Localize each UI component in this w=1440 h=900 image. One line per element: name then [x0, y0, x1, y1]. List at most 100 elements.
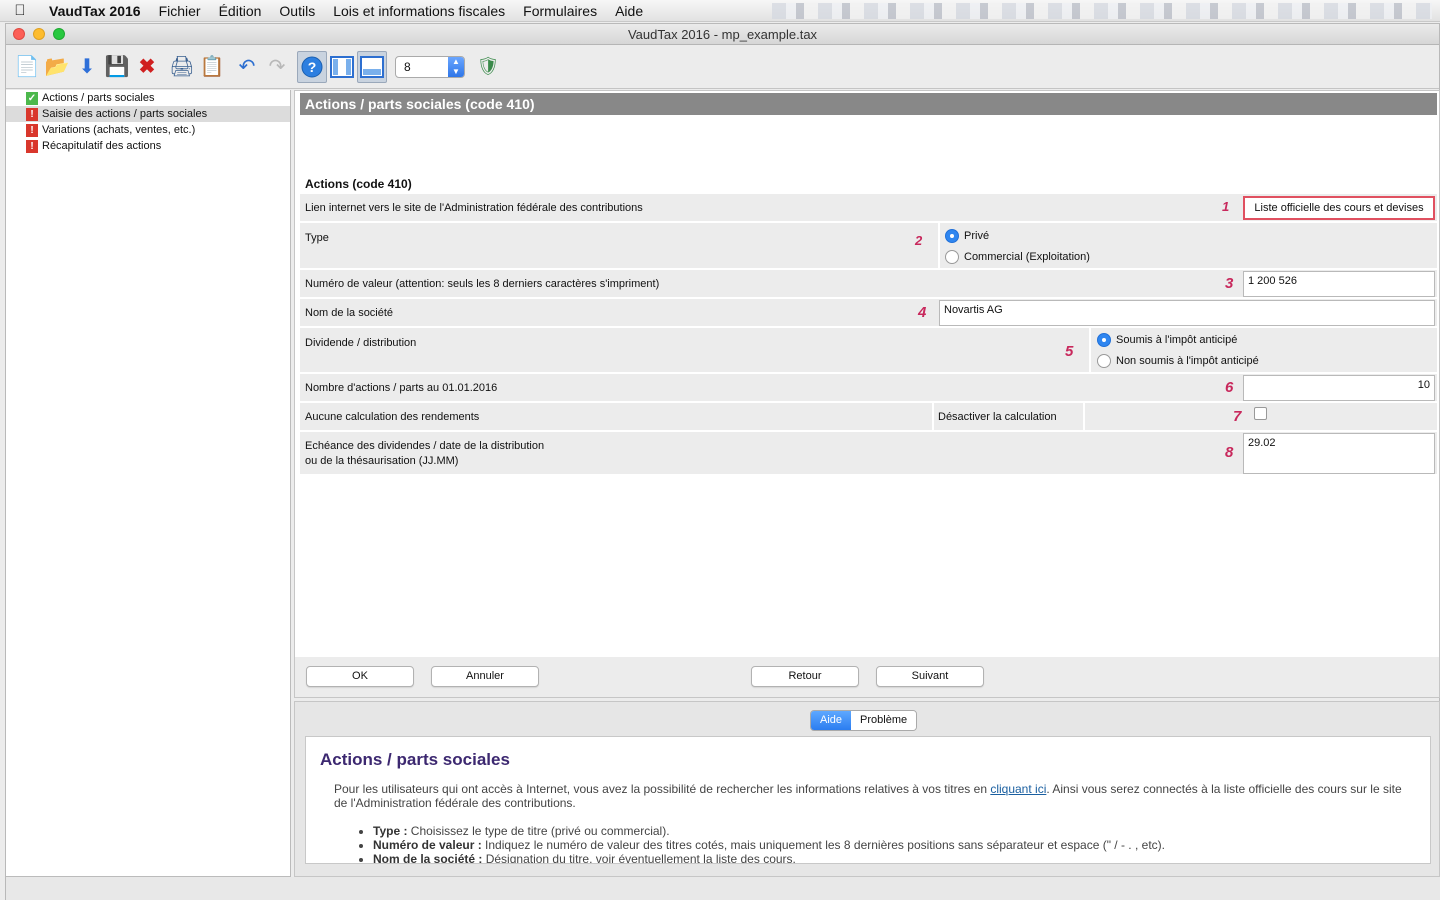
valeur-input[interactable]: 1 200 526 [1243, 271, 1435, 297]
disable-calculation-checkbox[interactable] [1254, 407, 1267, 420]
navigation-tree: ✓ Actions / parts sociales ! Saisie des … [6, 90, 291, 877]
error-status-icon: ! [26, 123, 38, 137]
bullet-text: Indiquez le numéro de valeur des titres … [481, 838, 1165, 852]
echeance-label: Echéance des dividendes / date de la dis… [305, 439, 544, 469]
official-rates-link-button[interactable]: Liste officielle des cours et devises [1243, 196, 1435, 220]
split-view-icon[interactable] [327, 51, 357, 83]
undo-icon[interactable]: ↶ [232, 51, 262, 83]
field-number-1: 1 [1222, 199, 1230, 214]
calcul-label2: Désactiver la calculation [938, 411, 1057, 423]
field-number-5: 5 [1065, 343, 1074, 360]
menu-aide[interactable]: Aide [606, 3, 652, 19]
field-number-4: 4 [918, 304, 927, 321]
window-minimize-button[interactable] [33, 28, 45, 40]
tree-item-label: Variations (achats, ventes, etc.) [42, 124, 196, 136]
save-icon[interactable]: 💾 [102, 51, 132, 83]
help-bullet-list: Type : Choisissez le type de titre (priv… [320, 824, 1416, 864]
bullet-term: Nom de la société : [373, 852, 483, 864]
nombre-input[interactable]: 10 [1243, 375, 1435, 401]
radio-selected-icon [1097, 333, 1111, 347]
tree-item-label: Saisie des actions / parts sociales [42, 108, 208, 120]
radio-unselected-icon [945, 250, 959, 264]
radio-prive[interactable]: Privé [945, 229, 989, 243]
bullet-text: Désignation du titre, voir éventuellemen… [482, 852, 796, 864]
page-number-select[interactable]: 8 ▲ ▼ [395, 55, 465, 78]
tab-probleme[interactable]: Problème [851, 711, 917, 730]
error-status-icon: ! [26, 139, 38, 153]
field-number-7: 7 [1233, 408, 1242, 425]
app-window: VaudTax 2016 - mp_example.tax 📄 📂 ⬇ 💾 ✖ … [5, 23, 1440, 900]
societe-input[interactable]: Novartis AG [939, 300, 1435, 326]
apple-menu-icon[interactable]:  [0, 2, 40, 19]
help-paragraph: Pour les utilisateurs qui ont accès à In… [320, 782, 1416, 810]
ok-button[interactable]: OK [306, 666, 414, 687]
societe-label: Nom de la société [305, 307, 394, 319]
svg-text:?: ? [308, 59, 317, 75]
bottom-panel-view-icon[interactable] [357, 50, 387, 83]
menu-edition[interactable]: Édition [210, 3, 271, 19]
tree-item-recapitulatif[interactable]: ! Récapitulatif des actions [6, 138, 290, 154]
help-link[interactable]: cliquant ici [990, 782, 1046, 796]
bullet-term: Numéro de valeur : [373, 838, 482, 852]
radio-label: Commercial (Exploitation) [964, 251, 1090, 263]
menu-formulaires[interactable]: Formulaires [514, 3, 606, 19]
delete-icon[interactable]: ✖ [132, 51, 162, 83]
toolbar: 📄 📂 ⬇ 💾 ✖ 🖨 📋 ↶ ↷ ? 8 ▲ ▼ 🛡 [6, 45, 1439, 89]
window-zoom-button[interactable] [53, 28, 65, 40]
radio-non-soumis[interactable]: Non soumis à l'impôt anticipé [1097, 354, 1259, 368]
redo-icon[interactable]: ↷ [262, 51, 292, 83]
menu-app-name[interactable]: VaudTax 2016 [40, 3, 150, 19]
import-arrow-icon[interactable]: ⬇ [72, 51, 102, 83]
echeance-label-line1: Echéance des dividendes / date de la dis… [305, 440, 545, 452]
open-folder-icon[interactable]: 📂 [42, 51, 72, 83]
page-number-value: 8 [404, 59, 411, 74]
tree-item-variations[interactable]: ! Variations (achats, ventes, etc.) [6, 122, 290, 138]
tree-item-label: Actions / parts sociales [42, 92, 155, 104]
radio-label: Privé [964, 230, 990, 242]
row-type: Type 2 Privé Commercial (Exploitation) [300, 223, 1437, 270]
select-stepper-icon: ▲ ▼ [448, 56, 464, 77]
next-button[interactable]: Suivant [876, 666, 984, 687]
document-preview-icon[interactable]: 📋 [197, 51, 227, 83]
help-text-before-link: Pour les utilisateurs qui ont accès à In… [334, 782, 991, 796]
back-button[interactable]: Retour [751, 666, 859, 687]
error-status-icon: ! [26, 107, 38, 121]
tree-item-actions-parts[interactable]: ✓ Actions / parts sociales [6, 90, 290, 106]
tree-item-saisie[interactable]: ! Saisie des actions / parts sociales [6, 106, 290, 122]
menu-lois[interactable]: Lois et informations fiscales [324, 3, 514, 19]
menu-fichier[interactable]: Fichier [150, 3, 210, 19]
field-number-3: 3 [1225, 275, 1234, 292]
echeance-input[interactable]: 29.02 [1243, 433, 1435, 474]
bullet-term: Type : [373, 824, 408, 838]
window-close-button[interactable] [13, 28, 25, 40]
vaud-shield-icon[interactable]: 🛡 [477, 55, 500, 79]
radio-commercial[interactable]: Commercial (Exploitation) [945, 250, 1090, 264]
bullet-text: Choisissez le type de titre (privé ou co… [407, 824, 670, 838]
section-header: Actions / parts sociales (code 410) [300, 93, 1437, 115]
status-bar [6, 877, 1440, 900]
status-icons-pixelated [772, 3, 1432, 19]
type-label: Type [305, 232, 329, 244]
radio-label: Non soumis à l'impôt anticipé [1116, 355, 1259, 367]
calcul-label: Aucune calculation des rendements [305, 411, 480, 423]
cancel-button[interactable]: Annuler [431, 666, 539, 687]
field-number-6: 6 [1225, 379, 1234, 396]
help-content: Actions / parts sociales Pour les utilis… [305, 736, 1431, 864]
tree-item-label: Récapitulatif des actions [42, 140, 162, 152]
new-document-icon[interactable]: 📄 [12, 51, 42, 83]
tab-aide[interactable]: Aide [811, 711, 852, 730]
help-icon[interactable]: ? [297, 50, 327, 83]
radio-soumis[interactable]: Soumis à l'impôt anticipé [1097, 333, 1237, 347]
link-label: Lien internet vers le site de l'Administ… [305, 202, 643, 214]
menu-outils[interactable]: Outils [270, 3, 324, 19]
help-title: Actions / parts sociales [320, 750, 510, 769]
dividende-label: Dividende / distribution [305, 337, 417, 349]
help-tabs: Aide Problème [810, 710, 918, 731]
print-icon[interactable]: 🖨 [167, 51, 197, 83]
row-dividende: Dividende / distribution 5 Soumis à l'im… [300, 328, 1437, 374]
valeur-label: Numéro de valeur (attention: seuls les 8… [305, 278, 660, 290]
action-button-bar: OK Annuler Retour Suivant [294, 657, 1440, 697]
row-echeance: Echéance des dividendes / date de la dis… [300, 432, 1437, 476]
field-number-2: 2 [915, 233, 923, 248]
field-number-8: 8 [1225, 444, 1234, 461]
